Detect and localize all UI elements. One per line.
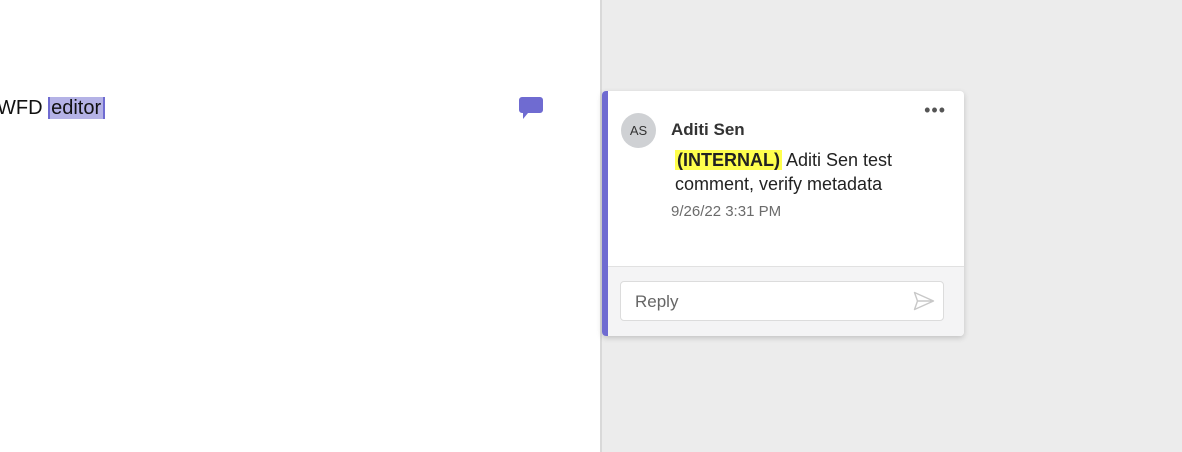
avatar: AS <box>621 113 656 148</box>
document-text[interactable]: WFD <box>0 97 48 119</box>
reply-input[interactable]: Reply <box>620 281 944 321</box>
document-pane: WFD editor <box>0 0 600 452</box>
document-text-line[interactable]: WFD editor <box>0 96 106 120</box>
comment-author: Aditi Sen <box>671 120 745 139</box>
comment-body: (INTERNAL) Aditi Sen test comment, verif… <box>675 148 945 196</box>
more-horizontal-icon[interactable]: ••• <box>924 101 946 119</box>
comment-card[interactable]: ••• AS Aditi Sen (INTERNAL) Aditi Sen te… <box>602 91 964 336</box>
reply-placeholder[interactable]: Reply <box>635 292 678 312</box>
reply-area: Reply <box>608 266 964 336</box>
comment-bubble-icon[interactable] <box>518 95 544 121</box>
send-icon[interactable] <box>913 291 935 311</box>
internal-tag: (INTERNAL) <box>675 150 782 170</box>
comment-timestamp: 9/26/22 3:31 PM <box>671 203 782 220</box>
selected-text[interactable]: editor <box>48 97 106 119</box>
